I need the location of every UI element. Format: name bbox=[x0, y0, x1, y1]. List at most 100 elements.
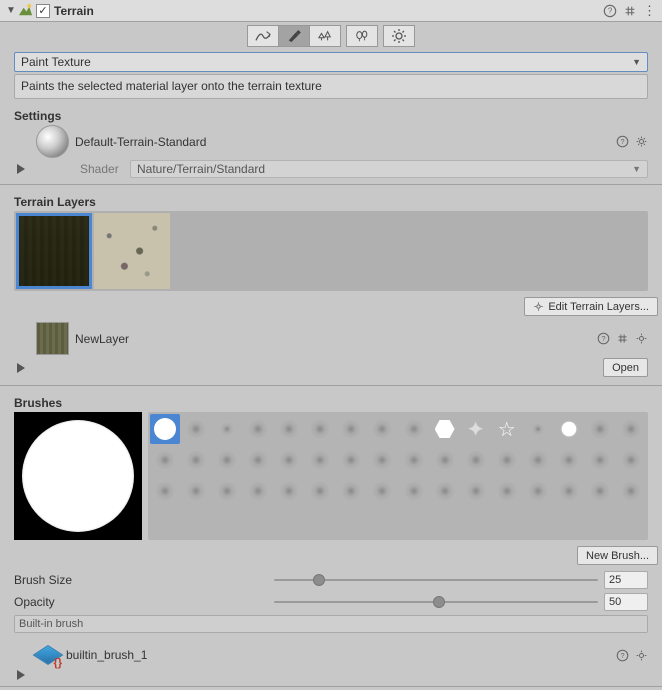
brush-tile[interactable] bbox=[367, 476, 397, 506]
shader-value: Nature/Terrain/Standard bbox=[137, 162, 265, 176]
brush-tile[interactable] bbox=[430, 414, 460, 444]
brush-tile[interactable] bbox=[523, 414, 553, 444]
brush-tile[interactable] bbox=[367, 445, 397, 475]
brush-tile[interactable] bbox=[492, 445, 522, 475]
tool-raise-lower[interactable] bbox=[247, 25, 279, 47]
brush-tile[interactable] bbox=[336, 476, 366, 506]
tool-terrain-settings[interactable] bbox=[383, 25, 415, 47]
gear-icon[interactable] bbox=[635, 135, 648, 148]
brush-tile[interactable] bbox=[399, 476, 429, 506]
shader-dropdown[interactable]: Nature/Terrain/Standard ▼ bbox=[130, 160, 648, 178]
shader-label: Shader bbox=[34, 162, 124, 176]
brush-tile[interactable] bbox=[243, 445, 273, 475]
terrain-component-icon bbox=[18, 3, 33, 18]
brush-tile[interactable] bbox=[616, 414, 646, 444]
brush-preview bbox=[14, 412, 142, 540]
terrain-layers-section-label: Terrain Layers bbox=[14, 195, 648, 209]
brush-tile[interactable] bbox=[336, 445, 366, 475]
brush-tile[interactable] bbox=[181, 476, 211, 506]
material-preview-icon[interactable] bbox=[36, 125, 69, 158]
paint-mode-value: Paint Texture bbox=[21, 55, 91, 69]
preset-icon[interactable] bbox=[623, 4, 637, 18]
svg-text:?: ? bbox=[620, 650, 624, 659]
terrain-tool-toolbar bbox=[0, 22, 662, 50]
terrain-layers-list bbox=[14, 211, 648, 291]
help-icon[interactable]: ? bbox=[616, 135, 629, 148]
help-icon[interactable]: ? bbox=[597, 332, 610, 345]
gear-icon[interactable] bbox=[635, 649, 648, 662]
expand-icon[interactable] bbox=[17, 363, 25, 373]
terrain-layer-tile[interactable] bbox=[94, 213, 170, 289]
edit-terrain-layers-button[interactable]: Edit Terrain Layers... bbox=[524, 297, 658, 316]
terrain-layer-asset-icon[interactable] bbox=[36, 322, 69, 355]
brush-tile[interactable]: ✦ bbox=[461, 414, 491, 444]
brush-tile[interactable] bbox=[585, 476, 615, 506]
brush-tile[interactable] bbox=[554, 476, 584, 506]
brush-tile[interactable] bbox=[212, 445, 242, 475]
brush-tile[interactable] bbox=[461, 445, 491, 475]
expand-icon[interactable] bbox=[17, 164, 25, 174]
context-menu-icon[interactable]: ⋮ bbox=[643, 3, 656, 19]
brush-tile[interactable] bbox=[554, 445, 584, 475]
brush-tile[interactable] bbox=[367, 414, 397, 444]
brush-tile[interactable] bbox=[616, 445, 646, 475]
brush-tile[interactable] bbox=[523, 476, 553, 506]
brush-tile[interactable] bbox=[181, 445, 211, 475]
brush-tile[interactable] bbox=[399, 445, 429, 475]
brush-tile[interactable] bbox=[585, 414, 615, 444]
tool-paint-trees[interactable] bbox=[309, 25, 341, 47]
brush-tile[interactable] bbox=[243, 476, 273, 506]
builtin-brush-info: Built-in brush bbox=[14, 615, 648, 633]
opacity-slider[interactable] bbox=[274, 595, 598, 609]
brush-tile[interactable] bbox=[523, 445, 553, 475]
svg-text:?: ? bbox=[608, 6, 613, 15]
terrain-layer-asset-name: NewLayer bbox=[75, 332, 129, 346]
new-brush-button[interactable]: New Brush... bbox=[577, 546, 658, 565]
brush-tile[interactable] bbox=[150, 414, 180, 444]
brush-tile[interactable] bbox=[399, 414, 429, 444]
brush-tile[interactable] bbox=[616, 476, 646, 506]
brush-size-label: Brush Size bbox=[14, 573, 274, 587]
brush-tile[interactable] bbox=[243, 414, 273, 444]
component-enabled-checkbox[interactable]: ✓ bbox=[36, 4, 50, 18]
brush-tile[interactable] bbox=[461, 476, 491, 506]
brush-tile[interactable] bbox=[585, 445, 615, 475]
paint-mode-dropdown[interactable]: Paint Texture ▼ bbox=[14, 52, 648, 72]
brush-tile[interactable] bbox=[150, 445, 180, 475]
brush-tile[interactable]: ☆ bbox=[492, 414, 522, 444]
brush-tile[interactable] bbox=[274, 476, 304, 506]
brush-tile[interactable] bbox=[274, 414, 304, 444]
brush-tile[interactable] bbox=[430, 445, 460, 475]
gear-icon bbox=[533, 301, 544, 312]
edit-terrain-layers-label: Edit Terrain Layers... bbox=[548, 301, 649, 313]
brush-grid: ✦ ☆ bbox=[148, 412, 648, 540]
expand-icon[interactable] bbox=[17, 670, 25, 680]
help-icon[interactable]: ? bbox=[603, 4, 617, 18]
brush-tile[interactable] bbox=[212, 476, 242, 506]
help-icon[interactable]: ? bbox=[616, 649, 629, 662]
settings-section-label: Settings bbox=[14, 109, 648, 123]
brush-asset-block: {} builtin_brush_1 ? bbox=[14, 643, 648, 680]
tool-paint-details[interactable] bbox=[346, 25, 378, 47]
brush-size-slider[interactable] bbox=[274, 573, 598, 587]
brush-tile[interactable] bbox=[150, 476, 180, 506]
brush-size-field[interactable]: 25 bbox=[604, 571, 648, 589]
component-header[interactable]: ▼ ✓ Terrain ? ⋮ bbox=[0, 0, 662, 22]
preset-icon[interactable] bbox=[616, 332, 629, 345]
brush-tile[interactable] bbox=[274, 445, 304, 475]
brush-tile[interactable] bbox=[430, 476, 460, 506]
brush-tile[interactable] bbox=[492, 476, 522, 506]
tool-paint-texture[interactable] bbox=[278, 25, 310, 47]
gear-icon[interactable] bbox=[635, 332, 648, 345]
brush-tile[interactable] bbox=[305, 414, 335, 444]
open-button[interactable]: Open bbox=[603, 358, 648, 377]
brush-tile[interactable] bbox=[336, 414, 366, 444]
brush-tile[interactable] bbox=[305, 445, 335, 475]
opacity-field[interactable]: 50 bbox=[604, 593, 648, 611]
terrain-layer-tile[interactable] bbox=[16, 213, 92, 289]
brush-tile[interactable] bbox=[212, 414, 242, 444]
brush-tile[interactable] bbox=[305, 476, 335, 506]
brush-tile[interactable] bbox=[181, 414, 211, 444]
foldout-icon[interactable]: ▼ bbox=[6, 5, 16, 16]
brush-tile[interactable] bbox=[554, 414, 584, 444]
